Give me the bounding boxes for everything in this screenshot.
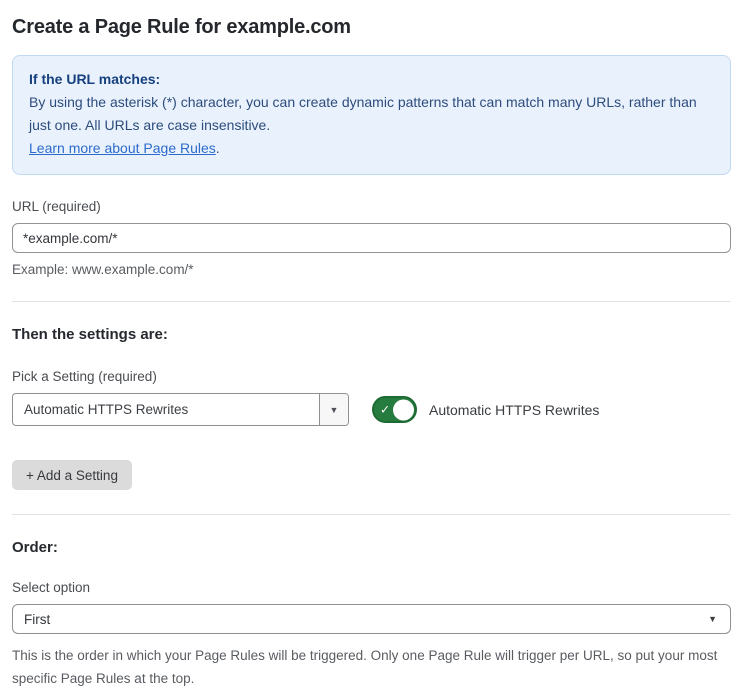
- callout-heading: If the URL matches:: [29, 71, 161, 87]
- callout-body: By using the asterisk (*) character, you…: [29, 91, 714, 137]
- pick-setting-label: Pick a Setting (required): [12, 369, 157, 384]
- order-select[interactable]: First ▼: [12, 604, 731, 634]
- page-title: Create a Page Rule for example.com: [12, 16, 351, 38]
- setting-select-value: Automatic HTTPS Rewrites: [24, 402, 189, 417]
- create-page-rule-panel: Create a Page Rule for example.com If th…: [0, 0, 743, 686]
- learn-more-link[interactable]: Learn more about Page Rules: [29, 140, 216, 156]
- order-section-heading: Order:: [12, 539, 58, 556]
- setting-row: Automatic HTTPS Rewrites ▼ ✓ Automatic H…: [12, 393, 731, 426]
- setting-toggle[interactable]: ✓: [372, 396, 417, 423]
- caret-down-icon: ▼: [708, 614, 717, 624]
- divider: [12, 514, 731, 515]
- divider: [12, 301, 731, 302]
- setting-toggle-label: Automatic HTTPS Rewrites: [429, 401, 600, 418]
- callout-body-text: By using the asterisk (*) character, you…: [29, 94, 697, 133]
- caret-down-icon[interactable]: ▼: [319, 394, 348, 425]
- check-icon: ✓: [380, 402, 391, 417]
- url-match-info-callout: If the URL matches: By using the asteris…: [12, 55, 731, 175]
- url-field-label: URL (required): [12, 199, 101, 214]
- add-setting-button[interactable]: + Add a Setting: [12, 460, 132, 490]
- setting-select[interactable]: Automatic HTTPS Rewrites ▼: [12, 393, 349, 426]
- url-input[interactable]: [12, 223, 731, 253]
- order-select-value: First: [24, 611, 51, 627]
- toggle-knob: [393, 399, 414, 420]
- order-help-text: This is the order in which your Page Rul…: [12, 648, 718, 686]
- callout-link-suffix: .: [215, 140, 220, 156]
- url-field-example: Example: www.example.com/*: [12, 262, 194, 277]
- callout-link-line: Learn more about Page Rules.: [29, 137, 714, 160]
- order-select-label: Select option: [12, 580, 91, 595]
- settings-section-heading: Then the settings are:: [12, 326, 168, 343]
